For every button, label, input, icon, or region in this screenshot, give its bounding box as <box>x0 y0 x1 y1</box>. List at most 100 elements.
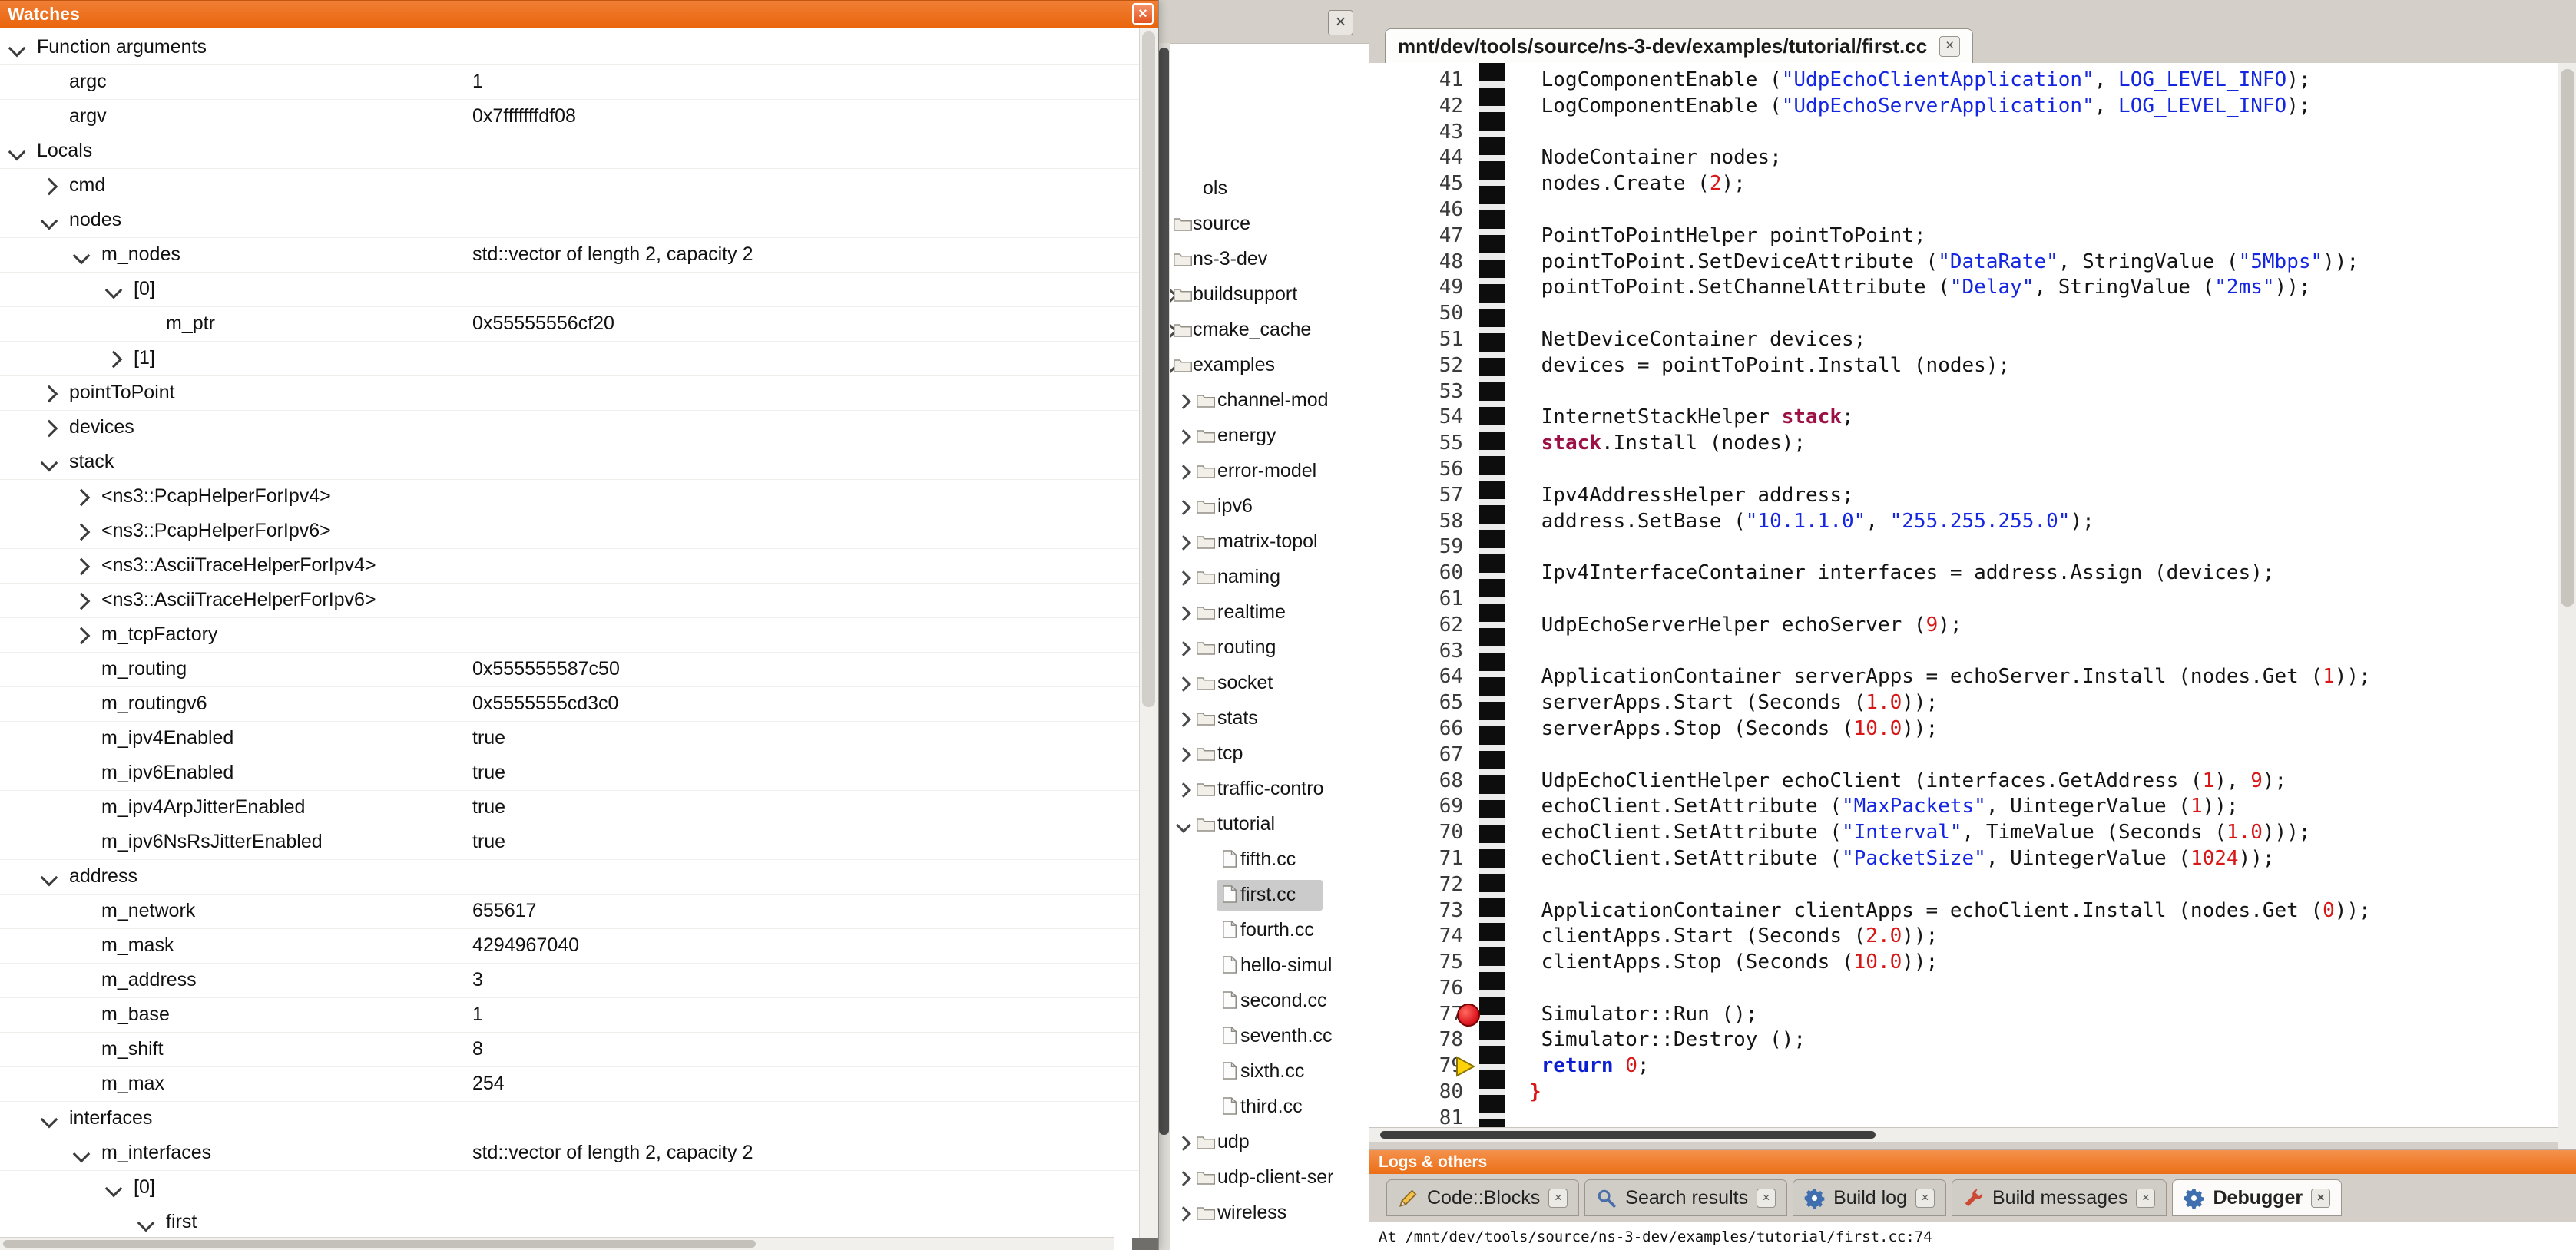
editor-tab[interactable]: mnt/dev/tools/source/ns-3-dev/examples/t… <box>1385 28 1973 63</box>
tree-scrollbar-thumb[interactable] <box>1159 48 1169 1135</box>
line-number[interactable]: 75 <box>1369 950 1468 976</box>
watch-row[interactable]: m_ptr0x55555556cf20 <box>0 307 1140 342</box>
line-number[interactable]: 53 <box>1369 379 1468 405</box>
editor-vscroll-thumb[interactable] <box>2561 69 2574 607</box>
expand-icon[interactable] <box>73 593 91 610</box>
expand-icon[interactable] <box>1176 1136 1191 1151</box>
code-line[interactable]: return 0; <box>1529 1053 2371 1080</box>
line-number[interactable]: 56 <box>1369 457 1468 483</box>
code-line[interactable] <box>1529 639 2371 665</box>
watch-row[interactable]: m_ipv4Enabledtrue <box>0 722 1140 756</box>
line-number[interactable]: 57 <box>1369 483 1468 509</box>
tree-folder-item[interactable]: routing <box>1158 630 1369 666</box>
watch-row[interactable]: m_address3 <box>0 964 1140 998</box>
tree-folder-item[interactable]: matrix-topol <box>1158 524 1369 560</box>
expand-icon[interactable] <box>1176 747 1191 762</box>
watch-row[interactable]: [0] <box>0 1171 1140 1205</box>
watch-row[interactable]: m_routing0x555555587c50 <box>0 653 1140 687</box>
code-line[interactable]: clientApps.Start (Seconds (2.0)); <box>1529 924 2371 950</box>
watch-row[interactable]: Function arguments <box>0 31 1140 65</box>
watch-row[interactable]: stack <box>0 445 1140 480</box>
line-number[interactable]: 72 <box>1369 872 1468 898</box>
watch-row[interactable]: m_network655617 <box>0 895 1140 929</box>
line-number[interactable]: 58 <box>1369 509 1468 535</box>
code-line[interactable]: nodes.Create (2); <box>1529 171 2371 197</box>
watches-horizontal-scrollbar[interactable] <box>0 1237 1114 1250</box>
tree-folder-item[interactable]: udp <box>1158 1125 1369 1160</box>
tree-folder-item[interactable]: cmake_cache <box>1158 312 1369 348</box>
code-line[interactable] <box>1529 301 2371 327</box>
tree-folder-item[interactable]: realtime <box>1158 595 1369 630</box>
line-number-gutter[interactable]: 4142434445464748495051525354555657585960… <box>1369 68 1468 1132</box>
line-number[interactable]: 43 <box>1369 120 1468 146</box>
line-number[interactable]: 78 <box>1369 1027 1468 1053</box>
expand-icon[interactable] <box>41 420 58 438</box>
line-number[interactable]: 55 <box>1369 431 1468 457</box>
code-line[interactable]: ApplicationContainer serverApps = echoSe… <box>1529 664 2371 690</box>
watch-row[interactable]: <ns3::PcapHelperForIpv4> <box>0 480 1140 514</box>
expand-icon[interactable] <box>41 385 58 403</box>
watch-row[interactable]: cmd <box>0 169 1140 203</box>
expand-icon[interactable] <box>1176 782 1191 798</box>
tab-close-icon[interactable]: × <box>1757 1189 1776 1208</box>
expand-icon[interactable] <box>1176 535 1191 551</box>
line-number[interactable]: 68 <box>1369 769 1468 795</box>
watches-vertical-scrollbar[interactable] <box>1139 28 1158 1238</box>
line-number[interactable]: 47 <box>1369 223 1468 250</box>
code-line[interactable] <box>1529 742 2371 769</box>
watch-row[interactable]: nodes <box>0 203 1140 238</box>
code-line[interactable] <box>1529 197 2371 223</box>
logs-tab-build-messages[interactable]: Build messages× <box>1952 1179 2167 1216</box>
watch-row[interactable]: argv0x7fffffffdf08 <box>0 100 1140 134</box>
tree-folder-item[interactable]: ols <box>1158 171 1369 207</box>
tab-close-icon[interactable]: × <box>1939 36 1960 57</box>
code-line[interactable] <box>1529 534 2371 561</box>
line-number[interactable]: 45 <box>1369 171 1468 197</box>
line-number[interactable]: 80 <box>1369 1080 1468 1106</box>
code-line[interactable] <box>1529 379 2371 405</box>
tree-folder-item[interactable]: socket <box>1158 666 1369 701</box>
logs-tab-search-results[interactable]: Search results× <box>1584 1179 1787 1216</box>
code-line[interactable]: pointToPoint.SetChannelAttribute ("Delay… <box>1529 275 2371 301</box>
line-number[interactable]: 74 <box>1369 924 1468 950</box>
watches-close-button[interactable]: × <box>1132 3 1154 25</box>
watch-row[interactable]: <ns3::PcapHelperForIpv6> <box>0 514 1140 549</box>
tab-close-icon[interactable]: × <box>2311 1189 2330 1208</box>
tab-close-icon[interactable]: × <box>1915 1189 1935 1208</box>
watches-hscroll-thumb[interactable] <box>3 1240 756 1248</box>
watch-row[interactable]: m_routingv60x5555555cd3c0 <box>0 687 1140 722</box>
watch-row[interactable]: m_nodesstd::vector of length 2, capacity… <box>0 238 1140 273</box>
watch-row[interactable]: m_base1 <box>0 998 1140 1033</box>
tree-folder-item[interactable]: examples <box>1158 348 1369 383</box>
line-number[interactable]: 51 <box>1369 327 1468 353</box>
watch-row[interactable]: m_ipv6Enabledtrue <box>0 756 1140 791</box>
line-number[interactable]: 54 <box>1369 405 1468 431</box>
editor-vertical-scrollbar[interactable] <box>2558 63 2576 1149</box>
line-number[interactable]: 42 <box>1369 94 1468 120</box>
expand-icon[interactable] <box>1176 1206 1191 1222</box>
line-number[interactable]: 59 <box>1369 534 1468 561</box>
code-line[interactable]: UdpEchoServerHelper echoServer (9); <box>1529 613 2371 639</box>
code-line[interactable] <box>1529 457 2371 483</box>
tree-folder-item[interactable]: wireless <box>1158 1195 1369 1231</box>
tree-folder-item[interactable]: udp-client-ser <box>1158 1160 1369 1195</box>
line-number[interactable]: 50 <box>1369 301 1468 327</box>
watch-row[interactable]: [1] <box>0 342 1140 376</box>
code-line[interactable]: pointToPoint.SetDeviceAttribute ("DataRa… <box>1529 250 2371 276</box>
watch-row[interactable]: m_ipv4ArpJitterEnabledtrue <box>0 791 1140 825</box>
expand-icon[interactable] <box>1176 676 1191 692</box>
collapse-icon[interactable] <box>8 40 26 58</box>
tree-folder-item[interactable]: ns-3-dev <box>1158 242 1369 277</box>
collapse-icon[interactable] <box>73 1146 91 1163</box>
tab-close-icon[interactable]: × <box>2136 1189 2155 1208</box>
logs-tab-build-log[interactable]: Build log× <box>1793 1179 1946 1216</box>
line-number[interactable]: 46 <box>1369 197 1468 223</box>
code-line[interactable]: address.SetBase ("10.1.1.0", "255.255.25… <box>1529 509 2371 535</box>
watch-row[interactable]: m_shift8 <box>0 1033 1140 1067</box>
code-line[interactable]: Simulator::Destroy (); <box>1529 1027 2371 1053</box>
collapse-icon[interactable] <box>8 144 26 161</box>
watch-row[interactable]: address <box>0 860 1140 895</box>
line-number[interactable]: 70 <box>1369 820 1468 846</box>
expand-icon[interactable] <box>1176 394 1191 409</box>
logs-tab-code-blocks[interactable]: Code::Blocks× <box>1386 1179 1579 1216</box>
